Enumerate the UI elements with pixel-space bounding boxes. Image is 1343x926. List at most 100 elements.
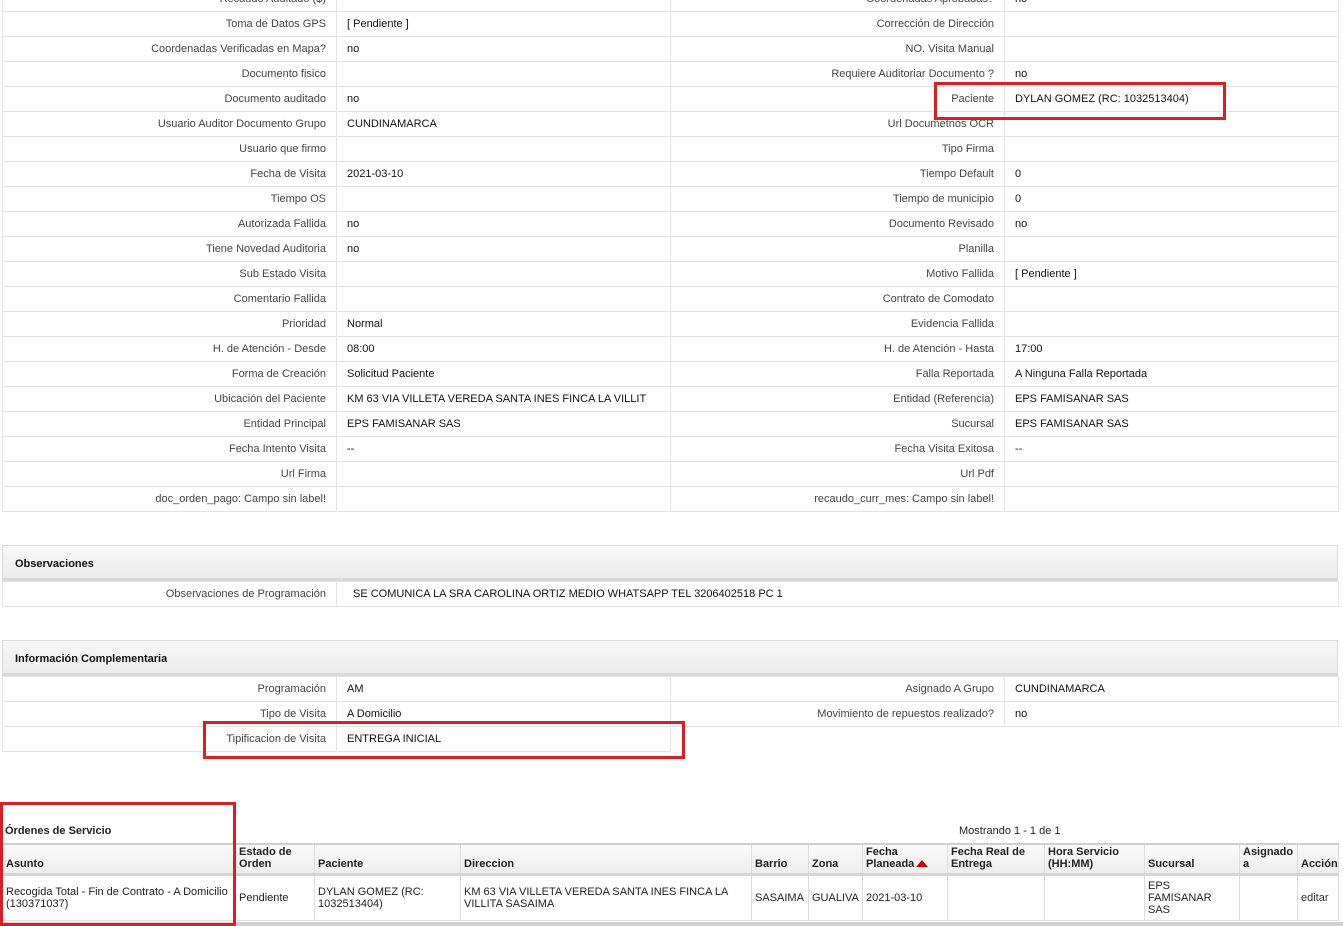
field-value <box>1004 461 1339 487</box>
field-label: recaudo_curr_mes: Campo sin label! <box>670 486 1005 512</box>
field-value: no <box>336 236 671 262</box>
col-estado[interactable]: Estado de Orden <box>235 843 315 875</box>
field-label: Requiere Auditoriar Documento ? <box>670 61 1005 87</box>
field-label: Motivo Fallida <box>670 261 1005 287</box>
col-hora-servicio[interactable]: Hora Servicio (HH:MM) <box>1044 843 1145 875</box>
field-value <box>1004 486 1339 512</box>
cell-zona: GUALIVA <box>808 872 863 921</box>
field-label: Sub Estado Visita <box>2 261 337 287</box>
field-label: Toma de Datos GPS <box>2 11 337 37</box>
programacion-value: AM <box>336 676 671 702</box>
programacion-label: Programación <box>2 676 337 702</box>
field-value: [ Pendiente ] <box>336 11 671 37</box>
field-value: -- <box>1004 436 1339 462</box>
field-label: Usuario Auditor Documento Grupo <box>2 111 337 137</box>
field-label: H. de Atención - Hasta <box>670 336 1005 362</box>
horizontal-scrollbar[interactable] <box>0 922 1343 926</box>
field-value: Normal <box>336 311 671 337</box>
field-value: 0 <box>1004 161 1339 187</box>
field-label: NO. Visita Manual <box>670 36 1005 62</box>
details-row: Fecha Intento Visita -- Fecha Visita Exito… <box>2 436 1339 462</box>
field-value: no <box>336 211 671 237</box>
field-label: Evidencia Fallida <box>670 311 1005 337</box>
asignado-grupo-value: CUNDINAMARCA <box>1004 676 1339 702</box>
empty-cell <box>671 727 1005 752</box>
observaciones-value: SE COMUNICA LA SRA CAROLINA ORTIZ MEDIO … <box>336 581 1339 607</box>
details-row: Tiempo OS Tiempo de municipio 0 <box>2 186 1339 212</box>
field-value: no <box>1004 61 1339 87</box>
cell-sucursal: EPS FAMISANAR SAS <box>1144 872 1240 921</box>
movimiento-repuestos-value: no <box>1004 701 1339 727</box>
field-label: Documento fisico <box>2 61 337 87</box>
observaciones-label: Observaciones de Programación <box>2 581 337 607</box>
details-row: Coordenadas Verificadas en Mapa? no NO. Vi… <box>2 36 1339 62</box>
field-value <box>336 186 671 212</box>
field-label: Fecha Intento Visita <box>2 436 337 462</box>
field-label: Coordenadas Verificadas en Mapa? <box>2 36 337 62</box>
tipificacion-value: ENTREGA INICIAL <box>336 726 671 752</box>
details-row: Sub Estado Visita Motivo Fallida[ Pendien… <box>2 261 1339 287</box>
col-asunto[interactable]: Asunto <box>2 843 236 875</box>
col-zona[interactable]: Zona <box>808 843 863 875</box>
cell-hora-servicio <box>1044 872 1145 921</box>
details-row: Tiene Novedad Auditoria no Planilla <box>2 236 1339 262</box>
tipo-visita-label: Tipo de Visita <box>2 701 337 727</box>
cell-paciente: DYLAN GOMEZ (RC: 1032513404) <box>314 872 461 921</box>
details-row: Documento auditado no Paciente DYLAN GOMEZ … <box>2 86 1339 112</box>
col-sucursal[interactable]: Sucursal <box>1144 843 1240 875</box>
field-value: DYLAN GOMEZ (RC: 1032513404) <box>1004 86 1339 112</box>
details-row: H. de Atención - Desde 08:00 H. de Atenció… <box>2 336 1339 362</box>
field-value: no <box>1004 211 1339 237</box>
field-label: Contrato de Comodato <box>670 286 1005 312</box>
field-value: 2021-03-10 <box>336 161 671 187</box>
field-value <box>1004 286 1339 312</box>
field-value <box>1004 136 1339 162</box>
field-label: Corrección de Dirección <box>670 11 1005 37</box>
field-label: Tiempo OS <box>2 186 337 212</box>
field-value: -- <box>336 436 671 462</box>
field-label: Tiempo Default <box>670 161 1005 187</box>
edit-link[interactable]: editar <box>1301 892 1329 904</box>
sort-ascending-icon[interactable] <box>916 860 929 868</box>
details-row: Recaudo Auditado ($) Coordenadas Aprobada… <box>2 0 1339 12</box>
field-value: [ Pendiente ] <box>1004 261 1339 287</box>
details-row: Autorizada Fallida no Documento Revisado no <box>2 211 1339 237</box>
field-label: Tipo Firma <box>670 136 1005 162</box>
col-asignado[interactable]: Asignado a <box>1239 843 1298 875</box>
field-label: Url Pdf <box>670 461 1005 487</box>
details-row: Entidad Principal EPS FAMISANAR SAS Sucurs… <box>2 411 1339 437</box>
details-row: Url Firma Url Pdf <box>2 461 1339 487</box>
field-value <box>336 261 671 287</box>
field-label: Forma de Creación <box>2 361 337 387</box>
cell-fecha-real <box>947 872 1045 921</box>
details-row: Documento fisico Requiere Auditoriar Docu… <box>2 61 1339 87</box>
col-paciente[interactable]: Paciente <box>314 843 461 875</box>
details-row: Forma de Creación Solicitud Paciente Falla… <box>2 361 1339 387</box>
col-direccion[interactable]: Direccion <box>460 843 752 875</box>
complementaria-grid: Programación AM Asignado A Grupo CUNDINA… <box>2 676 1339 752</box>
field-label: Falla Reportada <box>670 361 1005 387</box>
details-row: Ubicación del Paciente KM 63 VIA VILLETA … <box>2 386 1339 412</box>
col-fecha-real[interactable]: Fecha Real de Entrega <box>947 843 1045 875</box>
field-label: Planilla <box>670 236 1005 262</box>
col-accion: Acción <box>1297 843 1339 875</box>
cell-asunto: Recogida Total - Fin de Contrato - A Dom… <box>2 872 236 921</box>
col-fecha-planeada[interactable]: Fecha Planeada <box>862 843 948 875</box>
ordenes-title: Órdenes de Servicio <box>5 825 112 837</box>
field-label: Url Documetnos OCR <box>670 111 1005 137</box>
field-value <box>1004 11 1339 37</box>
details-row: Usuario que firmo Tipo Firma <box>2 136 1339 162</box>
field-value: A Ninguna Falla Reportada <box>1004 361 1339 387</box>
details-row: Toma de Datos GPS[ Pendiente ] Corrección… <box>2 11 1339 37</box>
col-barrio[interactable]: Barrio <box>751 843 809 875</box>
asignado-grupo-label: Asignado A Grupo <box>670 676 1005 702</box>
field-value: EPS FAMISANAR SAS <box>1004 386 1339 412</box>
field-value <box>336 136 671 162</box>
observaciones-header: Observaciones <box>2 545 1338 581</box>
pagination-count: Mostrando 1 - 1 de 1 <box>959 825 1061 837</box>
observaciones-grid: Observaciones de Programación SE COMUNIC… <box>2 581 1339 607</box>
field-label: Documento auditado <box>2 86 337 112</box>
details-row: Fecha de Visita 2021-03-10 Tiempo Default 0 <box>2 161 1339 187</box>
cell-barrio: SASAIMA <box>751 872 809 921</box>
field-value <box>336 0 671 12</box>
